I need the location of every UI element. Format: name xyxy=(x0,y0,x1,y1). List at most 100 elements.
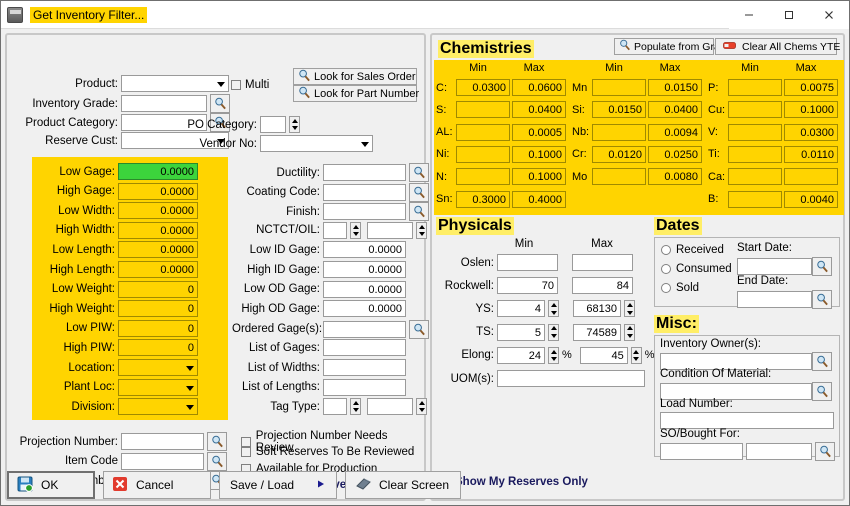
chem-max-input[interactable] xyxy=(784,168,838,186)
uom-input[interactable] xyxy=(497,370,645,387)
chem-min-input[interactable] xyxy=(728,101,782,119)
multi-checkbox[interactable] xyxy=(231,80,241,90)
magnifier-icon[interactable] xyxy=(207,432,227,451)
chem-min-input[interactable]: 0.0150 xyxy=(592,101,646,119)
magnifier-icon[interactable] xyxy=(815,442,835,461)
chem-max-input[interactable]: 0.0094 xyxy=(648,123,702,141)
coating-code-input[interactable] xyxy=(323,183,406,201)
chem-max-input[interactable]: 0.1000 xyxy=(512,145,566,163)
chem-max-input[interactable]: 0.0600 xyxy=(512,79,566,96)
consumed-radio[interactable] xyxy=(661,264,671,274)
spinner[interactable] xyxy=(630,346,642,364)
ts-min-input[interactable]: 5 xyxy=(497,323,545,341)
so-bought-for-input-2[interactable] xyxy=(746,443,812,460)
chem-max-input[interactable]: 0.4000 xyxy=(512,190,566,208)
clear-screen-button[interactable]: Clear Screen xyxy=(345,471,461,499)
location-combo[interactable] xyxy=(118,359,198,376)
low-gage-input[interactable]: 0.0000 xyxy=(118,163,198,180)
chem-min-input[interactable]: 0.0120 xyxy=(592,145,646,163)
chem-min-input[interactable]: 0.3000 xyxy=(456,190,510,208)
spinner[interactable] xyxy=(416,221,427,239)
look-for-part-number-button[interactable]: Look for Part Number xyxy=(293,85,419,102)
low-weight-input[interactable]: 0 xyxy=(118,280,198,298)
po-category-spinner[interactable] xyxy=(289,116,300,133)
spinner[interactable] xyxy=(350,398,361,416)
magnifier-icon[interactable] xyxy=(812,257,832,276)
low-od-gage-input[interactable]: 0.0000 xyxy=(323,280,406,298)
high-od-gage-input[interactable]: 0.0000 xyxy=(323,300,406,318)
chem-max-input[interactable]: 0.0250 xyxy=(648,145,702,163)
chem-min-input[interactable] xyxy=(728,123,782,141)
nctct-oil-input-1[interactable] xyxy=(323,221,347,239)
save-load-button[interactable]: Save / Load xyxy=(219,471,337,499)
chem-max-input[interactable]: 0.1000 xyxy=(784,101,838,119)
spinner[interactable] xyxy=(350,221,361,239)
chem-max-input[interactable]: 0.0075 xyxy=(784,79,838,96)
chem-max-input[interactable]: 0.0400 xyxy=(648,101,702,119)
high-gage-input[interactable]: 0.0000 xyxy=(118,182,198,200)
ts-max-input[interactable]: 74589 xyxy=(573,323,621,341)
chem-max-input[interactable]: 0.0400 xyxy=(512,101,566,119)
received-radio[interactable] xyxy=(661,245,671,255)
high-length-input[interactable]: 0.0000 xyxy=(118,261,198,278)
chem-max-input[interactable]: 0.0110 xyxy=(784,145,838,163)
magnifier-icon[interactable] xyxy=(409,163,429,182)
ordered-gage-s-input[interactable] xyxy=(323,320,406,338)
chem-min-input[interactable] xyxy=(456,145,510,163)
ductility-input[interactable] xyxy=(323,164,406,181)
chem-min-input[interactable] xyxy=(592,123,646,141)
load-number-input[interactable] xyxy=(660,412,834,429)
chem-max-input[interactable]: 0.0005 xyxy=(512,123,566,141)
spinner[interactable] xyxy=(624,300,635,318)
close-icon[interactable] xyxy=(809,0,849,29)
chem-min-input[interactable]: 0.0300 xyxy=(456,79,510,96)
magnifier-icon[interactable] xyxy=(812,352,832,371)
magnifier-icon[interactable] xyxy=(409,319,429,339)
magnifier-icon[interactable] xyxy=(409,202,429,222)
low-width-input[interactable]: 0.0000 xyxy=(118,202,198,220)
magnifier-icon[interactable] xyxy=(210,94,230,113)
rockwell-min-input[interactable]: 70 xyxy=(497,277,558,295)
end-date-input[interactable] xyxy=(737,291,812,308)
cancel-button[interactable]: Cancel xyxy=(103,471,211,499)
clear-all-chems-button[interactable]: Clear All Chems YTE xyxy=(715,38,840,55)
vendor-no-combo[interactable] xyxy=(260,135,373,152)
list-of-widths-input[interactable] xyxy=(323,359,406,376)
low-id-gage-input[interactable]: 0.0000 xyxy=(323,241,406,259)
maximize-icon[interactable] xyxy=(769,0,809,29)
elong-min-input[interactable]: 24 xyxy=(497,346,545,364)
tag-type-input-2[interactable] xyxy=(367,398,413,416)
chem-max-input[interactable]: 0.1000 xyxy=(512,168,566,186)
chem-min-input[interactable] xyxy=(728,145,782,163)
spinner[interactable] xyxy=(548,300,559,318)
list-of-gages-input[interactable] xyxy=(323,339,406,357)
spinner[interactable] xyxy=(624,323,635,341)
chem-max-input[interactable]: 0.0040 xyxy=(784,190,838,208)
high-piw-input[interactable]: 0 xyxy=(118,339,198,357)
rockwell-max-input[interactable]: 84 xyxy=(572,277,633,295)
chem-min-input[interactable] xyxy=(728,168,782,186)
chem-max-input[interactable]: 0.0300 xyxy=(784,123,838,141)
low-piw-input[interactable]: 0 xyxy=(118,319,198,337)
high-weight-input[interactable]: 0 xyxy=(118,300,198,318)
item-code-input[interactable] xyxy=(121,452,204,470)
high-id-gage-input[interactable]: 0.0000 xyxy=(323,261,406,278)
po-category-input[interactable] xyxy=(260,116,286,133)
minimize-icon[interactable] xyxy=(729,0,769,29)
product-combo[interactable] xyxy=(121,75,229,92)
division-combo[interactable] xyxy=(118,398,198,416)
ys-min-input[interactable]: 4 xyxy=(497,300,545,318)
high-width-input[interactable]: 0.0000 xyxy=(118,221,198,239)
low-length-input[interactable]: 0.0000 xyxy=(118,241,198,259)
chem-max-input[interactable]: 0.0150 xyxy=(648,79,702,96)
chem-max-input[interactable]: 0.0080 xyxy=(648,168,702,186)
magnifier-icon[interactable] xyxy=(207,451,227,471)
magnifier-icon[interactable] xyxy=(812,290,832,309)
chem-min-input[interactable] xyxy=(456,101,510,119)
projection-number-input[interactable] xyxy=(121,433,204,450)
inventory-grade-input[interactable] xyxy=(121,95,207,112)
populate-from-grade-button[interactable]: Populate from Grade xyxy=(614,38,731,55)
spinner[interactable] xyxy=(548,346,559,364)
chem-min-input[interactable] xyxy=(728,190,782,208)
sold-radio[interactable] xyxy=(661,283,671,293)
